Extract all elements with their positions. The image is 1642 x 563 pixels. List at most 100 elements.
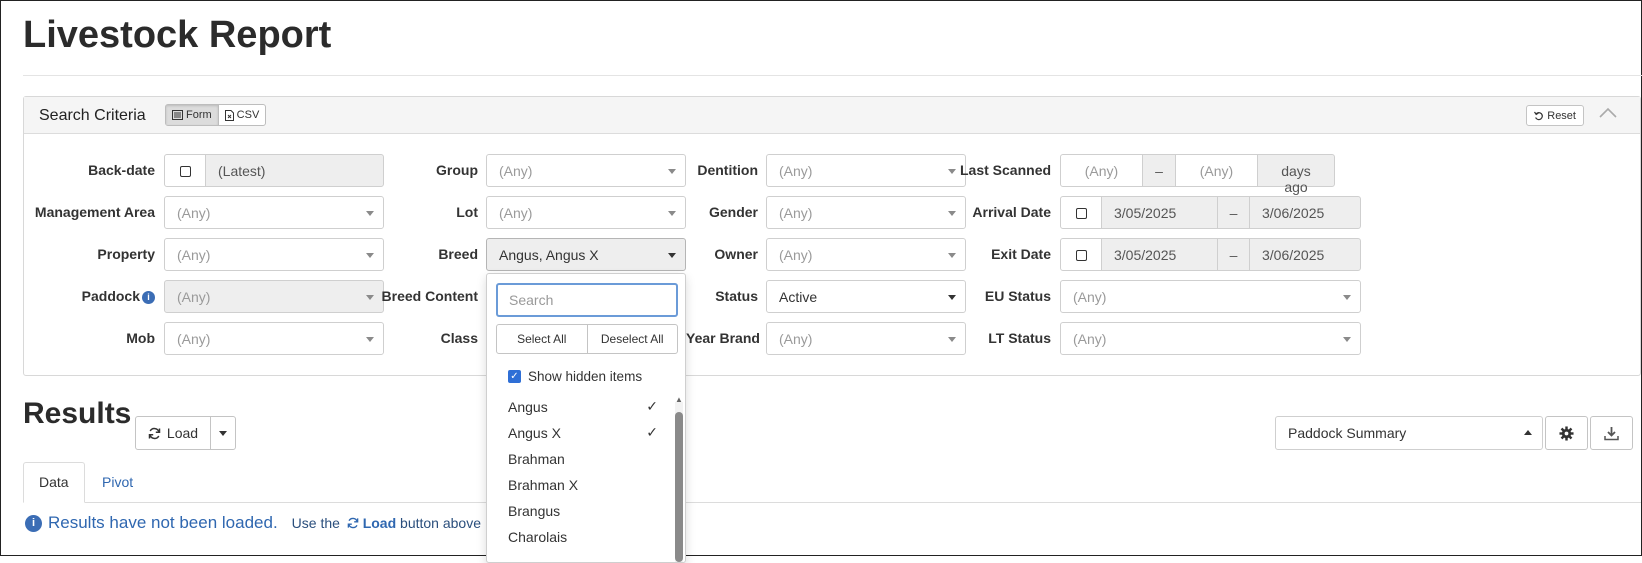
backdate-label: Back-date <box>88 162 155 178</box>
class-label: Class <box>440 330 478 346</box>
reset-button[interactable]: Reset <box>1526 105 1584 126</box>
deselect-all-button[interactable]: Deselect All <box>586 325 678 353</box>
select-value: (Any) <box>177 331 211 347</box>
info-icon: i <box>25 514 42 532</box>
collapse-chevron-icon[interactable] <box>1598 106 1618 122</box>
list-item[interactable]: Brahman X <box>487 473 687 499</box>
lt-status-label: LT Status <box>988 330 1051 346</box>
backdate-input[interactable]: (Latest) <box>205 154 384 187</box>
hint-load-link[interactable]: Load <box>363 515 396 531</box>
refresh-icon <box>347 517 359 529</box>
load-button[interactable]: Load <box>135 416 211 450</box>
undo-icon <box>1534 111 1544 120</box>
dropdown-scrollbar[interactable]: ▲ <box>675 395 683 562</box>
list-item[interactable]: Brangus <box>487 499 687 525</box>
option-label: Charolais <box>508 529 568 545</box>
range-separator: – <box>1217 238 1250 271</box>
property-select[interactable]: (Any) <box>164 238 384 271</box>
load-options-button[interactable] <box>210 416 236 450</box>
show-hidden-toggle[interactable]: ✓ Show hidden items <box>508 369 642 384</box>
exit-date-label: Exit Date <box>991 246 1051 262</box>
list-item[interactable]: Charolais <box>487 525 687 551</box>
option-label: Brangus <box>508 503 561 519</box>
gender-select[interactable]: (Any) <box>766 196 966 229</box>
csv-mode-button[interactable]: CSV <box>217 105 266 125</box>
scroll-up-icon[interactable]: ▲ <box>675 395 683 404</box>
list-item[interactable]: Brahman <box>487 447 687 473</box>
dentition-label: Dentition <box>697 162 758 178</box>
results-title: Results <box>23 397 132 430</box>
reset-label: Reset <box>1547 109 1576 122</box>
info-icon[interactable]: i <box>142 291 155 304</box>
caret-up-icon <box>1524 430 1532 435</box>
mob-select[interactable]: (Any) <box>164 322 384 355</box>
select-value: Angus, Angus X <box>499 247 599 263</box>
backdate-checkbox[interactable] <box>164 154 206 187</box>
eu-status-label: EU Status <box>984 288 1051 304</box>
lot-select[interactable]: (Any) <box>486 196 686 229</box>
arrival-date-checkbox[interactable] <box>1060 196 1102 229</box>
select-value: Paddock Summary <box>1288 425 1407 441</box>
breed-options-list: Angus ✓ Angus X ✓ Brahman Brahman X Brangu… <box>487 395 687 551</box>
breed-search-input[interactable]: Search <box>496 283 678 317</box>
caret-down-icon <box>1343 337 1351 342</box>
page-title: Livestock Report <box>23 14 332 56</box>
select-value: (Any) <box>177 289 211 305</box>
settings-button[interactable] <box>1545 416 1588 450</box>
eu-status-select[interactable]: (Any) <box>1060 280 1361 313</box>
caret-down-icon <box>668 211 676 216</box>
scrollbar-thumb[interactable] <box>675 412 683 562</box>
select-value: (Any) <box>779 163 813 179</box>
arrival-date-from-input[interactable]: 3/05/2025 <box>1101 196 1218 229</box>
select-value: (Any) <box>177 205 211 221</box>
summary-select[interactable]: Paddock Summary <box>1275 416 1543 450</box>
exit-date-from-input[interactable]: 3/05/2025 <box>1101 238 1218 271</box>
caret-down-icon <box>948 169 956 174</box>
select-all-button[interactable]: Select All <box>497 325 587 353</box>
arrival-date-to-input[interactable]: 3/06/2025 <box>1249 196 1361 229</box>
breed-select[interactable]: Angus, Angus X <box>486 238 686 271</box>
arrival-date-label: Arrival Date <box>972 204 1051 220</box>
select-value: (Any) <box>779 205 813 221</box>
exit-date-checkbox[interactable] <box>1060 238 1102 271</box>
show-hidden-label: Show hidden items <box>528 369 643 384</box>
form-mode-label: Form <box>186 109 212 121</box>
owner-label: Owner <box>714 246 758 262</box>
list-item[interactable]: Angus ✓ <box>487 395 687 421</box>
paddock-label: Paddock <box>81 288 140 304</box>
option-label: Brahman X <box>508 477 579 493</box>
tab-data[interactable]: Data <box>23 462 85 503</box>
caret-down-icon <box>948 295 956 300</box>
year-brand-select[interactable]: (Any) <box>766 322 966 355</box>
panel-title: Search Criteria <box>39 107 146 124</box>
download-icon <box>1604 426 1619 440</box>
group-select[interactable]: (Any) <box>486 154 686 187</box>
select-actions: Select All Deselect All <box>496 324 678 354</box>
lt-status-select[interactable]: (Any) <box>1060 322 1361 355</box>
breed-dropdown-menu: Search Select All Deselect All ✓ Show hi… <box>486 273 686 563</box>
owner-select[interactable]: (Any) <box>766 238 966 271</box>
select-value: (Any) <box>499 163 533 179</box>
status-select[interactable]: Active <box>766 280 966 313</box>
refresh-icon <box>148 427 161 439</box>
check-icon: ✓ <box>646 398 658 414</box>
caret-down-icon <box>948 211 956 216</box>
paddock-label-group: Paddock i <box>40 288 155 304</box>
paddock-select[interactable]: (Any) <box>164 280 384 313</box>
exit-date-to-input[interactable]: 3/06/2025 <box>1249 238 1361 271</box>
caret-down-icon <box>668 169 676 174</box>
list-item[interactable]: Angus X ✓ <box>487 421 687 447</box>
dentition-select[interactable]: (Any) <box>766 154 966 187</box>
management-area-select[interactable]: (Any) <box>164 196 384 229</box>
last-scanned-from-input[interactable]: (Any) <box>1060 154 1143 187</box>
breed-content-label: Breed Content <box>381 288 478 304</box>
range-separator: – <box>1142 154 1176 187</box>
option-label: Brahman <box>508 451 565 467</box>
load-label: Load <box>166 425 199 441</box>
checkbox-checked-icon: ✓ <box>508 370 521 383</box>
form-mode-button[interactable]: Form <box>166 105 218 125</box>
last-scanned-to-input[interactable]: (Any) <box>1175 154 1258 187</box>
download-button[interactable] <box>1590 416 1633 450</box>
select-value: (Any) <box>1073 289 1107 305</box>
tab-pivot[interactable]: Pivot <box>86 462 149 503</box>
